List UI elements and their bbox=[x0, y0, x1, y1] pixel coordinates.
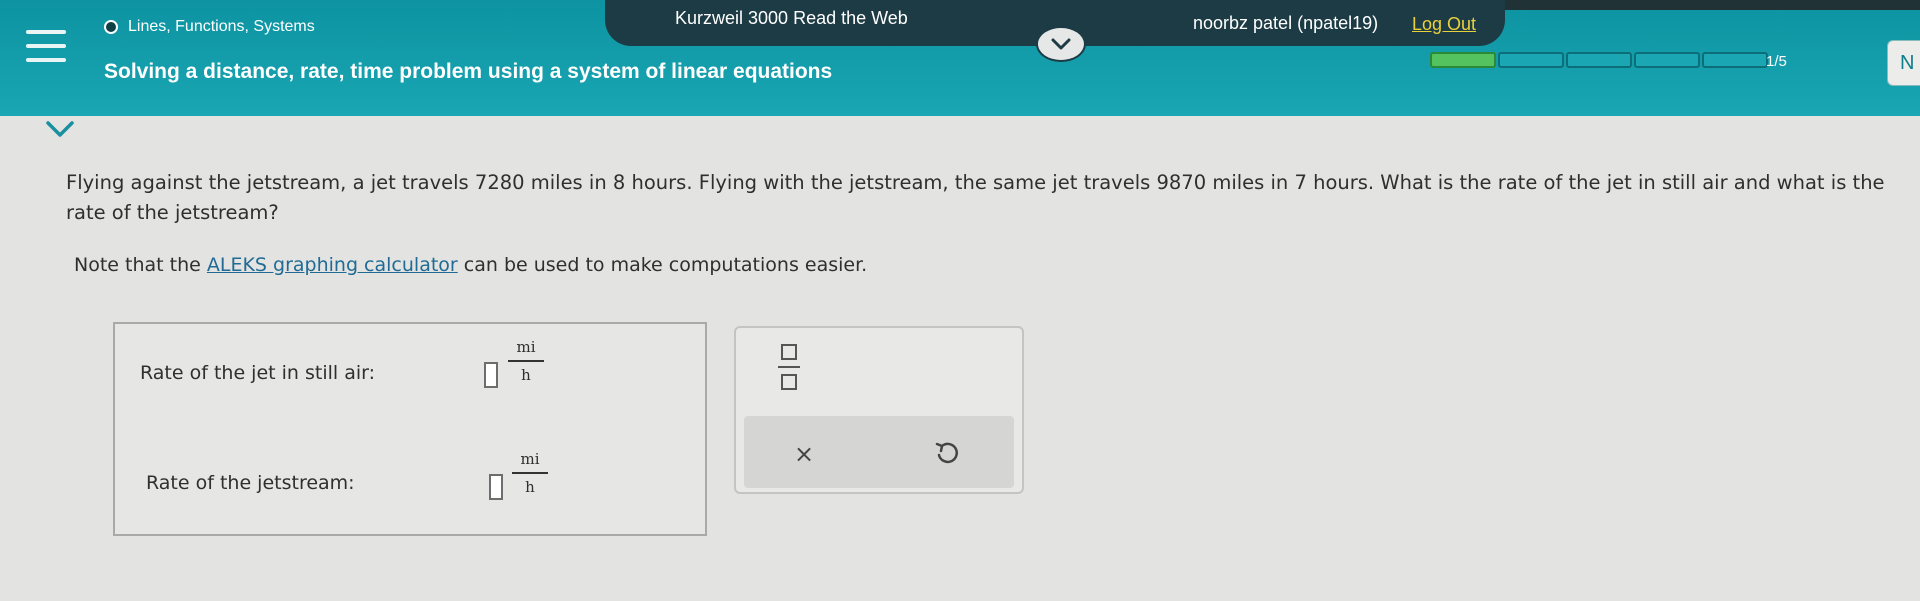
progress-count: 1/5 bbox=[1766, 53, 1787, 70]
jetstream-rate-input[interactable] bbox=[489, 474, 503, 500]
topic-row[interactable]: Lines, Functions, Systems bbox=[104, 18, 315, 36]
answer-label: Rate of the jetstream: bbox=[146, 472, 355, 494]
unit-mi-per-h: mi h bbox=[508, 338, 544, 384]
unit-numerator: mi bbox=[516, 338, 536, 356]
answer-box bbox=[113, 322, 707, 536]
unit-denominator: h bbox=[525, 478, 535, 496]
note-prefix: Note that the bbox=[74, 254, 207, 276]
header-dark-strip bbox=[1480, 0, 1920, 10]
progress-segment bbox=[1702, 52, 1768, 68]
graphing-calculator-link[interactable]: ALEKS graphing calculator bbox=[207, 254, 458, 276]
progress-segment bbox=[1566, 52, 1632, 68]
tools-action-bar bbox=[744, 416, 1014, 488]
logout-link[interactable]: Log Out bbox=[1412, 14, 1476, 35]
progress-segment bbox=[1430, 52, 1496, 68]
undo-icon[interactable] bbox=[934, 440, 960, 466]
progress-bar bbox=[1430, 52, 1768, 68]
jet-rate-input[interactable] bbox=[484, 362, 498, 388]
topic-label: Lines, Functions, Systems bbox=[128, 18, 315, 35]
answer-label: Rate of the jet in still air: bbox=[140, 362, 376, 384]
clear-button[interactable]: × bbox=[794, 440, 814, 468]
lesson-title: Solving a distance, rate, time problem u… bbox=[104, 60, 833, 83]
progress-segment bbox=[1498, 52, 1564, 68]
kurzweil-reader-button[interactable]: Kurzweil 3000 Read the Web bbox=[675, 8, 908, 29]
note-suffix: can be used to make computations easier. bbox=[457, 254, 868, 276]
unit-denominator: h bbox=[521, 366, 531, 384]
unit-mi-per-h: mi h bbox=[512, 450, 548, 496]
user-name: noorbz patel (npatel19) bbox=[1193, 13, 1379, 33]
progress-segment bbox=[1634, 52, 1700, 68]
next-button[interactable]: N bbox=[1887, 40, 1920, 86]
fraction-template-icon[interactable] bbox=[776, 344, 802, 390]
unit-numerator: mi bbox=[520, 450, 540, 468]
menu-icon[interactable] bbox=[26, 30, 66, 62]
chevron-down-icon bbox=[1051, 38, 1071, 50]
expand-chevron-icon[interactable] bbox=[44, 118, 76, 140]
problem-statement: Flying against the jetstream, a jet trav… bbox=[66, 171, 1885, 224]
collapse-toolbar-button[interactable] bbox=[1036, 26, 1086, 62]
calculator-note: Note that the ALEKS graphing calculator … bbox=[74, 254, 867, 276]
topic-dot-icon bbox=[104, 20, 118, 34]
